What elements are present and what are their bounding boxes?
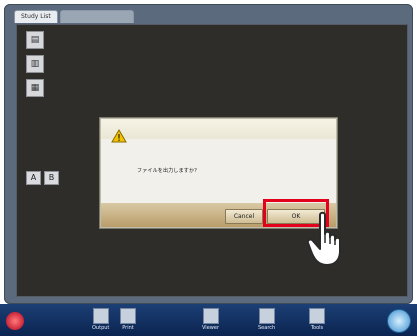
pointing-hand-icon xyxy=(306,211,341,266)
tab-bar: Study List xyxy=(14,10,134,24)
tab-study-list[interactable]: Study List xyxy=(14,10,58,23)
globe-icon[interactable] xyxy=(387,309,411,333)
print-icon xyxy=(120,308,136,324)
bottom-item-label: Tools xyxy=(310,325,324,331)
bottom-item-tools[interactable]: Tools xyxy=(309,308,325,331)
bottom-item-search[interactable]: Search xyxy=(258,308,275,331)
image-icon[interactable]: ▦ xyxy=(26,79,44,97)
left-toolbar: ▤ ▥ ▦ xyxy=(26,31,44,97)
folder-icon[interactable]: ▥ xyxy=(26,55,44,73)
mid-button-a[interactable]: A xyxy=(26,171,41,185)
bottom-item-print[interactable]: Print xyxy=(120,308,136,331)
bottom-toolbar: Output Print Viewer Search Tools xyxy=(0,304,417,336)
bottom-item-label: Output xyxy=(92,325,110,331)
viewer-icon xyxy=(202,308,219,324)
mid-button-b[interactable]: B xyxy=(44,171,59,185)
tab-secondary[interactable] xyxy=(59,10,134,23)
bottom-item-viewer[interactable]: Viewer xyxy=(202,308,219,331)
document-icon[interactable]: ▤ xyxy=(26,31,44,49)
dialog-message: ファイルを出力しますか？ xyxy=(137,168,200,174)
dialog-title-bar xyxy=(101,119,336,139)
power-button[interactable] xyxy=(6,312,24,330)
mid-button-group: A B xyxy=(26,171,59,185)
bottom-item-label: Search xyxy=(258,325,276,331)
search-icon xyxy=(258,308,275,324)
output-icon xyxy=(92,308,109,324)
bottom-item-label: Viewer xyxy=(202,325,219,331)
warning-icon xyxy=(111,129,127,143)
bottom-item-label: Print xyxy=(122,325,134,331)
tools-icon xyxy=(309,308,325,324)
bottom-item-output[interactable]: Output xyxy=(92,308,109,331)
app-frame: Study List ▤ ▥ ▦ A B ファイルを出力しますか？ Cancel… xyxy=(4,4,413,304)
cancel-button[interactable]: Cancel xyxy=(225,209,263,224)
